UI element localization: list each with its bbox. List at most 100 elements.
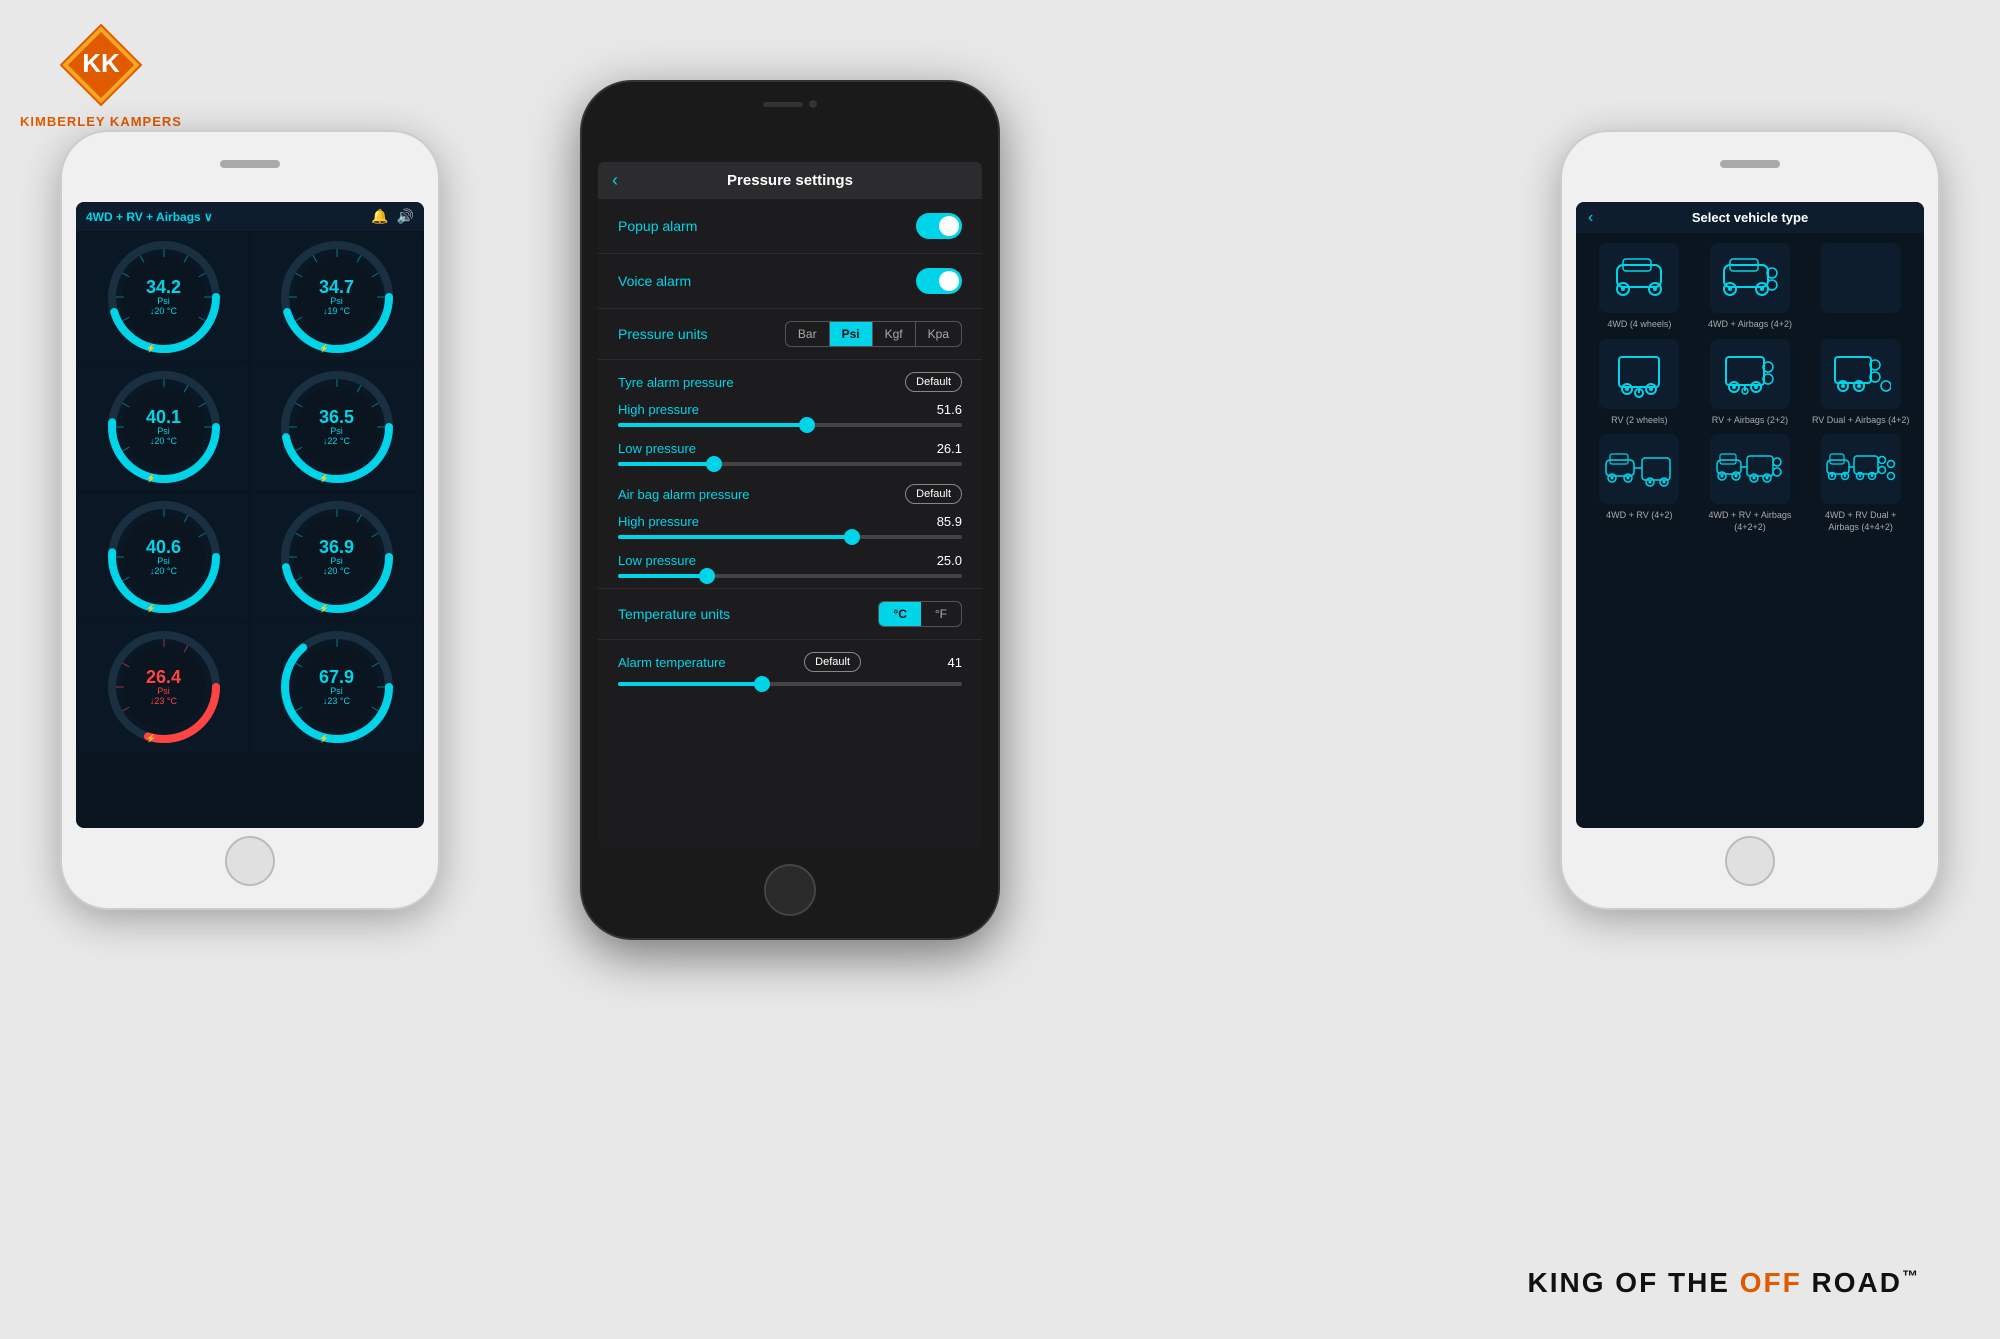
gauge-2-voltage: ⚡3.0V — [319, 344, 345, 353]
tyre-low-slider-container — [598, 458, 982, 476]
pressure-unit-buttons: Bar Psi Kgf Kpa — [785, 321, 962, 347]
phone-left-notch — [220, 160, 280, 168]
vehicle-item-4wd-rv[interactable]: 4WD + RV (4+2) — [1588, 434, 1691, 533]
gauge-8: 67.9 Psi ↓23 °C ⚡3.0V — [277, 627, 397, 747]
vehicle-item-rv-dual-airbags[interactable]: RV Dual + Airbags (4+2) — [1809, 339, 1912, 427]
unit-kgf[interactable]: Kgf — [873, 322, 916, 346]
vehicle-item-4wd-rv-airbags[interactable]: 4WD + RV + Airbags (4+2+2) — [1699, 434, 1802, 533]
popup-alarm-toggle[interactable] — [916, 213, 962, 239]
vehicle-back-button[interactable]: ‹ — [1588, 209, 1593, 227]
vehicle-4wd-airbags-icon — [1720, 253, 1780, 303]
airbag-low-label: Low pressure — [618, 553, 696, 568]
vehicle-icon-rv-airbags-box — [1710, 339, 1790, 409]
vehicle-icon-4wd-rv-airbags-box — [1710, 434, 1790, 504]
vehicle-item-4wd-rv-dual-airbags[interactable]: 4WD + RV Dual + Airbags (4+4+2) — [1809, 434, 1912, 533]
settings-back-button[interactable]: ‹ — [612, 170, 618, 191]
gauge-cell-3: 40.1 Psi ↓20 °C ⚡3.0V — [78, 363, 249, 491]
gauges-grid: 34.2 Psi ↓20 °C ⚡3.0V — [76, 231, 424, 753]
vehicle-label-rv-dual-airbags: RV Dual + Airbags (4+2) — [1812, 415, 1909, 427]
gauge-5-value: 40.6 — [146, 538, 181, 556]
voice-alarm-knob — [939, 271, 959, 291]
airbag-alarm-label: Air bag alarm pressure — [618, 487, 750, 502]
airbag-high-slider-thumb[interactable] — [844, 529, 860, 545]
vehicle-icon-4wd-rv-box — [1599, 434, 1679, 504]
gauge-1-voltage: ⚡3.0V — [146, 344, 172, 353]
tyre-high-label: High pressure — [618, 402, 699, 417]
tyre-high-value: 51.6 — [937, 402, 962, 417]
airbag-low-slider-thumb[interactable] — [699, 568, 715, 584]
alarm-temp-default-btn[interactable]: Default — [804, 652, 861, 672]
popup-alarm-row: Popup alarm — [598, 199, 982, 254]
tagline-tm: ™ — [1902, 1269, 1920, 1286]
vehicle-item-4wd[interactable]: 4WD (4 wheels) — [1588, 243, 1691, 331]
logo-icon: KK — [56, 20, 146, 110]
gauge-8-value: 67.9 — [319, 668, 354, 686]
gauge-cell-2: 34.7 Psi ↓19 °C ⚡3.0V — [251, 233, 422, 361]
temp-unit-toggle: °C °F — [878, 601, 962, 627]
volume-icon: 🔊 — [397, 208, 414, 225]
phone-center: ‹ Pressure settings Popup alarm Voice al… — [580, 80, 1000, 940]
alarm-temp-slider-thumb[interactable] — [754, 676, 770, 692]
settings-screen: ‹ Pressure settings Popup alarm Voice al… — [598, 162, 982, 848]
temp-units-label: Temperature units — [618, 606, 730, 622]
alarm-temp-slider-track — [618, 682, 962, 686]
tyre-alarm-default-btn[interactable]: Default — [905, 372, 962, 392]
vehicle-item-empty — [1809, 243, 1912, 331]
gauge-7-voltage: ⚡3.0V — [146, 734, 172, 743]
gauge-8-unit: Psi — [319, 686, 354, 696]
alarm-temp-value: 41 — [948, 655, 962, 670]
airbag-low-slider-track — [618, 574, 962, 578]
phone-center-home-button[interactable] — [764, 864, 816, 916]
unit-bar[interactable]: Bar — [786, 322, 830, 346]
airbag-alarm-default-btn[interactable]: Default — [905, 484, 962, 504]
airbag-high-label: High pressure — [618, 514, 699, 529]
phone-center-camera — [809, 100, 817, 108]
vehicle-label-4wd-airbags: 4WD + Airbags (4+2) — [1708, 319, 1792, 331]
tyre-high-slider-thumb[interactable] — [799, 417, 815, 433]
alarm-temp-label: Alarm temperature — [618, 655, 726, 670]
gauge-4: 36.5 Psi ↓22 °C ⚡3.0V — [277, 367, 397, 487]
unit-kpa[interactable]: Kpa — [916, 322, 961, 346]
tagline: KING OF THE OFF ROAD™ — [1528, 1267, 1920, 1299]
unit-psi[interactable]: Psi — [830, 322, 873, 346]
gauge-5-temp: ↓20 °C — [146, 566, 181, 576]
voice-alarm-toggle[interactable] — [916, 268, 962, 294]
vehicle-label-4wd-rv-airbags: 4WD + RV + Airbags (4+2+2) — [1699, 510, 1802, 533]
settings-nav: ‹ Pressure settings — [598, 162, 982, 199]
gauge-1-temp: ↓20 °C — [146, 306, 181, 316]
temp-fahrenheit-btn[interactable]: °F — [921, 602, 961, 626]
tyre-high-slider-container — [598, 419, 982, 437]
gauge-6-temp: ↓20 °C — [319, 566, 354, 576]
settings-title: Pressure settings — [727, 172, 853, 189]
tyre-low-pressure-row: Low pressure 26.1 — [598, 437, 982, 458]
airbag-high-value: 85.9 — [937, 514, 962, 529]
airbag-high-slider-track — [618, 535, 962, 539]
phone-right-home-button[interactable] — [1725, 836, 1775, 886]
bell-alert-icon: 🔔 — [371, 208, 388, 225]
gauge-3-voltage: ⚡3.0V — [146, 474, 172, 483]
voice-alarm-label: Voice alarm — [618, 273, 691, 289]
screen1-icons: 🔔 🔊 — [371, 208, 414, 225]
temp-celsius-btn[interactable]: °C — [879, 602, 920, 626]
gauge-1-inner: 34.2 Psi ↓20 °C ⚡3.0V — [146, 278, 181, 316]
phone-center-speaker — [763, 102, 803, 107]
phone-right: ‹ Select vehicle type — [1560, 130, 1940, 910]
vehicle-icon-4wd-airbags-box — [1710, 243, 1790, 313]
vehicle-item-4wd-airbags[interactable]: 4WD + Airbags (4+2) — [1699, 243, 1802, 331]
tyre-low-slider-thumb[interactable] — [706, 456, 722, 472]
gauge-2-value: 34.7 — [319, 278, 354, 296]
vehicle-item-rv[interactable]: RV (2 wheels) — [1588, 339, 1691, 427]
vehicle-icon-rv-box — [1599, 339, 1679, 409]
airbag-low-pressure-row: Low pressure 25.0 — [598, 549, 982, 570]
alarm-temp-slider-container — [598, 678, 982, 696]
phone-left-home-button[interactable] — [225, 836, 275, 886]
gauge-6-inner: 36.9 Psi ↓20 °C ⚡3.0V — [319, 538, 354, 576]
phone-left-body: 4WD + RV + Airbags ∨ 🔔 🔊 — [60, 130, 440, 910]
phone-center-body: ‹ Pressure settings Popup alarm Voice al… — [580, 80, 1000, 940]
tyre-alarm-label: Tyre alarm pressure — [618, 375, 734, 390]
vehicle-item-rv-airbags[interactable]: RV + Airbags (2+2) — [1699, 339, 1802, 427]
phone-left-screen: 4WD + RV + Airbags ∨ 🔔 🔊 — [76, 202, 424, 828]
vehicle-4wd-rv-icon — [1604, 444, 1674, 494]
tyre-alarm-header: Tyre alarm pressure Default — [598, 360, 982, 398]
vehicle-label-rv: RV (2 wheels) — [1611, 415, 1667, 427]
